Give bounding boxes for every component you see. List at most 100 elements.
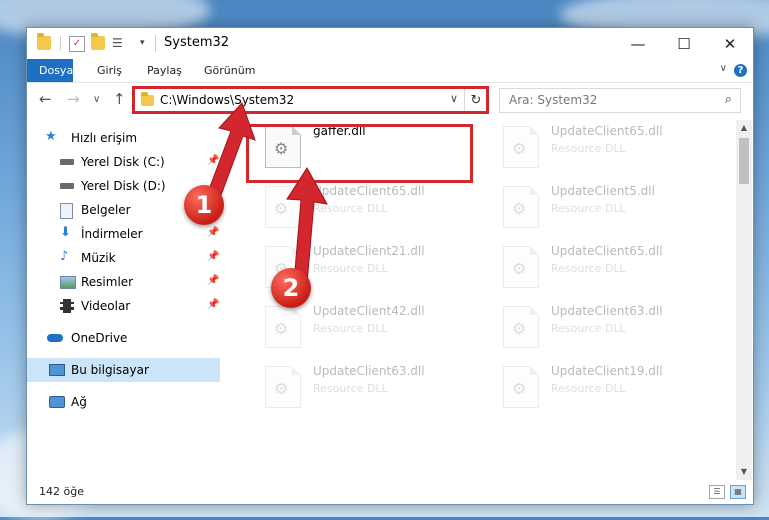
computer-icon — [49, 364, 65, 376]
search-input[interactable]: Ara: System32 — [509, 93, 597, 107]
explorer-window: ✓ ☰ ▾ System32 — ☐ ✕ Dosya Giriş Paylaş … — [26, 27, 754, 505]
file-item[interactable]: ⚙ UpdateClient63.dll Resource DLL — [248, 360, 478, 412]
file-name: UpdateClient19.dll — [551, 364, 663, 378]
file-type: Resource DLL — [313, 382, 388, 395]
dll-file-icon: ⚙ — [503, 246, 539, 288]
scroll-thumb[interactable] — [739, 138, 749, 184]
sidebar-item-videos[interactable]: Videolar 📌 — [27, 294, 220, 318]
gear-icon: ⚙ — [274, 379, 289, 398]
close-button[interactable]: ✕ — [707, 28, 753, 59]
scroll-down-icon[interactable]: ▼ — [736, 464, 752, 480]
sidebar-item-label: Müzik — [81, 251, 116, 265]
scroll-up-icon[interactable]: ▲ — [736, 120, 752, 136]
gear-icon: ⚙ — [512, 319, 527, 338]
status-bar: 142 öğe ☰ ▦ — [27, 480, 753, 504]
sidebar-item-onedrive[interactable]: OneDrive — [27, 326, 220, 350]
gear-icon: ⚙ — [512, 259, 527, 278]
tab-share[interactable]: Paylaş — [137, 59, 192, 82]
tab-file[interactable]: Dosya — [27, 59, 73, 82]
toolbar-dropdown-icon[interactable]: ▾ — [140, 36, 154, 50]
step-1-badge: 1 — [184, 185, 224, 225]
gear-icon: ⚙ — [512, 379, 527, 398]
window-title: System32 — [164, 35, 230, 50]
ribbon-tabs: Dosya Giriş Paylaş Görünüm ∨ ? — [27, 59, 753, 83]
sidebar-item-this-pc[interactable]: Bu bilgisayar — [27, 358, 220, 382]
sidebar-item-pictures[interactable]: Resimler 📌 — [27, 270, 220, 294]
new-folder-icon[interactable] — [91, 33, 105, 50]
forward-button[interactable]: → — [67, 90, 80, 108]
sidebar-item-label: İndirmeler — [81, 227, 143, 241]
ribbon-collapse-icon[interactable]: ∨ — [720, 63, 727, 74]
network-icon — [49, 396, 65, 408]
drive-icon — [60, 183, 74, 189]
details-view-icon[interactable]: ☰ — [709, 485, 725, 499]
file-item[interactable]: ⚙ UpdateClient65.dll Resource DLL — [486, 240, 716, 292]
file-item[interactable]: ⚙ UpdateClient42.dll Resource DLL — [248, 300, 478, 352]
customize-toolbar-icon[interactable]: ☰ — [112, 36, 126, 50]
tiles-view-icon[interactable]: ▦ — [730, 485, 746, 499]
star-icon: ★ — [45, 129, 57, 144]
step-2-badge: 2 — [271, 268, 311, 308]
dll-file-icon: ⚙ — [503, 126, 539, 168]
file-name: UpdateClient65.dll — [551, 124, 663, 138]
search-box[interactable]: Ara: System32 ⌕ — [499, 88, 741, 113]
dll-file-icon: ⚙ — [503, 366, 539, 408]
title-bar: ✓ ☰ ▾ System32 — ☐ ✕ — [27, 28, 753, 59]
sidebar-item-label: Yerel Disk (D:) — [81, 179, 166, 193]
maximize-button[interactable]: ☐ — [661, 28, 707, 59]
sidebar-item-downloads[interactable]: ⬇ İndirmeler 📌 — [27, 222, 220, 246]
dll-file-icon: ⚙ — [503, 306, 539, 348]
file-name: UpdateClient65.dll — [551, 244, 663, 258]
sidebar-item-label: Ağ — [71, 395, 87, 409]
tab-home[interactable]: Giriş — [87, 59, 132, 82]
pictures-icon — [60, 276, 76, 289]
file-type: Resource DLL — [551, 142, 626, 155]
pin-icon[interactable]: 📌 — [207, 275, 219, 286]
dll-file-icon: ⚙ — [503, 186, 539, 228]
sidebar-item-label: Belgeler — [81, 203, 131, 217]
sidebar-item-label: Resimler — [81, 275, 134, 289]
sidebar-item-music[interactable]: ♪ Müzik 📌 — [27, 246, 220, 270]
folder-icon — [37, 33, 51, 50]
file-type: Resource DLL — [551, 322, 626, 335]
drive-icon — [60, 159, 74, 165]
file-name: UpdateClient42.dll — [313, 304, 425, 318]
file-item[interactable]: ⚙ UpdateClient5.dll Resource DLL — [486, 180, 716, 232]
minimize-button[interactable]: — — [615, 28, 661, 59]
file-name: UpdateClient63.dll — [551, 304, 663, 318]
sidebar-item-label: Yerel Disk (C:) — [81, 155, 165, 169]
file-name: UpdateClient5.dll — [551, 184, 655, 198]
tab-view[interactable]: Görünüm — [194, 59, 265, 82]
dll-file-icon: ⚙ — [265, 366, 301, 408]
sidebar-item-label: Videolar — [81, 299, 131, 313]
sidebar-item-network[interactable]: Ağ — [27, 390, 220, 414]
sidebar-item-label: Hızlı erişim — [71, 131, 138, 145]
gear-icon: ⚙ — [512, 139, 527, 158]
file-type: Resource DLL — [551, 262, 626, 275]
vertical-scrollbar[interactable]: ▲ ▼ — [736, 120, 752, 480]
download-icon: ⬇ — [60, 225, 71, 240]
pin-icon[interactable]: 📌 — [207, 299, 219, 310]
up-button[interactable]: ↑ — [113, 90, 126, 108]
file-item[interactable]: ⚙ UpdateClient63.dll Resource DLL — [486, 300, 716, 352]
search-icon[interactable]: ⌕ — [725, 92, 732, 107]
help-icon[interactable]: ? — [734, 64, 747, 77]
properties-icon[interactable]: ✓ — [69, 36, 85, 52]
pin-icon[interactable]: 📌 — [207, 251, 219, 262]
videos-icon — [60, 299, 74, 313]
file-item[interactable]: ⚙ UpdateClient65.dll Resource DLL — [486, 120, 716, 172]
title-separator — [155, 35, 156, 52]
file-type: Resource DLL — [551, 382, 626, 395]
file-item[interactable]: ⚙ UpdateClient19.dll Resource DLL — [486, 360, 716, 412]
file-type: Resource DLL — [313, 322, 388, 335]
file-type: Resource DLL — [551, 202, 626, 215]
sidebar-item-label: OneDrive — [71, 331, 128, 345]
music-icon: ♪ — [60, 249, 69, 264]
documents-icon — [60, 203, 73, 219]
item-count: 142 öğe — [39, 485, 84, 498]
back-button[interactable]: ← — [39, 90, 52, 108]
pin-icon[interactable]: 📌 — [207, 227, 219, 238]
recent-locations-button[interactable]: ∨ — [93, 94, 100, 105]
gear-icon: ⚙ — [274, 319, 289, 338]
sidebar-item-label: Bu bilgisayar — [71, 363, 149, 377]
